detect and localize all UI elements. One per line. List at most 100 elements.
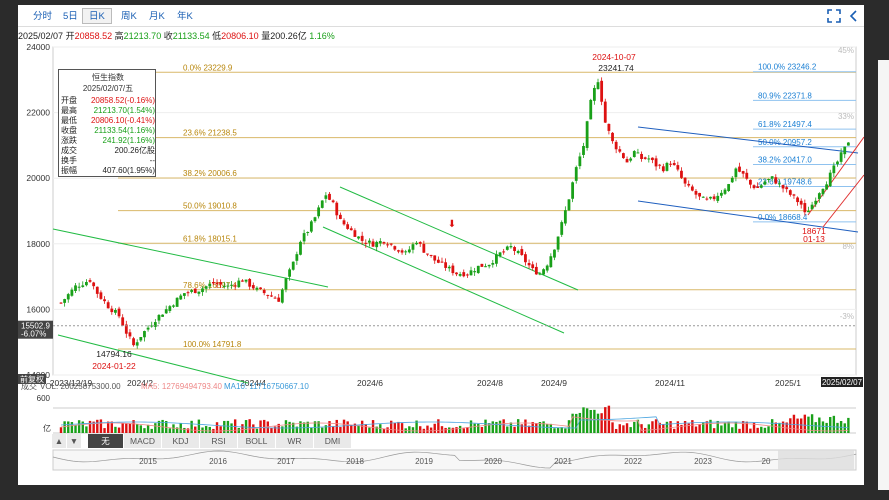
volume-bar — [67, 421, 70, 433]
navigator-year-label: 2015 — [139, 457, 157, 466]
candle-body — [95, 286, 99, 294]
candle-body — [701, 196, 705, 198]
volume-bar — [760, 426, 763, 433]
fib-left-label: 100.0% 14791.8 — [183, 340, 242, 349]
x-tick-label: 2025/1 — [775, 378, 801, 388]
scroll-up-icon[interactable]: ▲ — [52, 434, 67, 448]
candle-body — [110, 308, 114, 313]
volume-bar — [843, 423, 846, 433]
volume-bar — [386, 427, 389, 433]
price-annotation: 14794.16 — [96, 349, 132, 359]
candle-body — [182, 293, 186, 296]
ohlc-date: 2025/02/07/五 — [82, 84, 134, 93]
candle-body — [306, 232, 310, 234]
candle-body — [694, 190, 698, 195]
candle-body — [338, 214, 342, 219]
volume-bar — [756, 427, 759, 433]
volume-bar — [553, 428, 556, 433]
candle-body — [665, 162, 669, 171]
trend-channel-line — [637, 126, 859, 154]
volume-bar — [589, 410, 592, 433]
x-tick-label: 2024/9 — [541, 378, 567, 388]
candle-body — [462, 272, 466, 277]
candle-body — [770, 176, 774, 179]
candle-body — [810, 204, 814, 210]
volume-bar — [836, 422, 839, 433]
indicator-rsi[interactable]: RSI — [200, 434, 238, 448]
volume-bar — [299, 421, 302, 433]
candle-body — [411, 244, 415, 250]
candle-body — [600, 80, 604, 102]
volume-bar — [154, 423, 157, 433]
candle-body — [498, 252, 502, 257]
candle-body — [211, 282, 215, 284]
volume-bar — [135, 424, 139, 433]
volume-bar — [687, 423, 690, 433]
volume-bar — [654, 419, 658, 433]
candle-body — [843, 146, 847, 155]
fib-left-label: 61.8% 18015.1 — [183, 234, 237, 243]
volume-y-tick: 600 — [37, 394, 51, 403]
candle-body — [505, 246, 509, 250]
volume-bar — [411, 427, 415, 433]
volume-bar — [480, 426, 484, 433]
volume-bar — [600, 413, 603, 433]
candle-body — [614, 141, 618, 150]
volume-bar — [103, 428, 106, 433]
candle-body — [128, 332, 132, 337]
candle-body — [74, 285, 77, 291]
right-scrollbar[interactable] — [878, 60, 889, 490]
navigator-year-label: 2017 — [277, 457, 295, 466]
candle-body — [66, 294, 70, 300]
candle-body — [103, 299, 106, 302]
candle-body — [277, 297, 281, 302]
candle-body — [585, 121, 589, 148]
candle-body — [357, 236, 360, 239]
scroll-down-icon[interactable]: ▼ — [67, 434, 82, 448]
volume-bar — [168, 428, 172, 433]
candle-body — [690, 186, 694, 191]
volume-bar — [495, 421, 498, 433]
candle-body — [222, 285, 226, 287]
volume-bar — [150, 428, 153, 433]
volume-bar — [128, 423, 132, 433]
candle-body — [817, 193, 821, 199]
candle-body — [346, 224, 350, 229]
volume-bar — [244, 420, 248, 433]
volume-bar — [389, 420, 393, 433]
candle-body — [433, 255, 437, 261]
fib-left-label: 23.6% 21238.5 — [183, 129, 237, 138]
navigator-year-label: 20 — [762, 457, 771, 466]
indicator-macd[interactable]: MACD — [124, 434, 162, 448]
candle-body — [342, 220, 346, 225]
indicator-kdj[interactable]: KDJ — [162, 434, 200, 448]
volume-bar — [382, 428, 386, 433]
candle-body — [335, 202, 339, 216]
fib-left-label: 50.0% 19010.8 — [183, 202, 237, 211]
navigator-year-label: 2021 — [554, 457, 572, 466]
indicator-boll[interactable]: BOLL — [238, 434, 276, 448]
volume-bar — [339, 427, 342, 433]
right-pct-tick: -3% — [840, 312, 854, 321]
volume-bar — [400, 423, 404, 433]
candle-body — [139, 337, 143, 341]
volume-bar — [763, 427, 767, 433]
volume-bar — [477, 423, 480, 433]
candle-body — [781, 185, 785, 189]
candle-body — [828, 172, 832, 187]
volume-bar — [357, 425, 360, 433]
volume-bar — [270, 427, 273, 433]
volume-bar — [440, 426, 444, 433]
volume-bar — [259, 420, 262, 433]
indicator-wr[interactable]: WR — [276, 434, 314, 448]
indicator-none[interactable]: 无 — [88, 434, 124, 448]
candle-body — [469, 270, 473, 276]
volume-bar — [473, 423, 476, 433]
indicator-dmi[interactable]: DMI — [314, 434, 352, 448]
candle-body — [709, 196, 712, 199]
volume-bar — [789, 418, 792, 433]
candle-body — [309, 221, 313, 232]
navigator-selection — [778, 450, 854, 470]
volume-bar — [614, 428, 618, 433]
volume-bar — [491, 421, 494, 433]
